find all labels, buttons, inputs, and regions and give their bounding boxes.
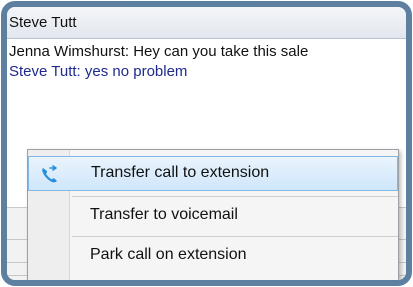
menu-item-transfer-to-extension[interactable]: Transfer call to extension <box>28 156 398 191</box>
menu-item-label: Transfer to voicemail <box>90 206 238 223</box>
context-menu: Transfer call to extension Transfer to v… <box>27 149 399 280</box>
chat-message-outgoing: Steve Tutt: yes no problem <box>9 63 188 80</box>
menu-item-label: Transfer call to extension <box>91 164 270 181</box>
menu-item-label: Park call on extension <box>90 246 247 263</box>
menu-item-park-call[interactable]: Park call on extension <box>28 239 398 274</box>
window-title: Steve Tutt <box>9 14 77 31</box>
phone-transfer-icon <box>42 165 57 183</box>
window-titlebar: Steve Tutt <box>7 7 406 39</box>
chat-window: Steve Tutt Jenna Wimshurst: Hey can you … <box>1 1 412 286</box>
menu-separator <box>72 196 398 197</box>
menu-separator <box>72 236 398 237</box>
chat-message-incoming: Jenna Wimshurst: Hey can you take this s… <box>9 43 309 60</box>
menu-item-transfer-to-voicemail[interactable]: Transfer to voicemail <box>28 199 398 234</box>
